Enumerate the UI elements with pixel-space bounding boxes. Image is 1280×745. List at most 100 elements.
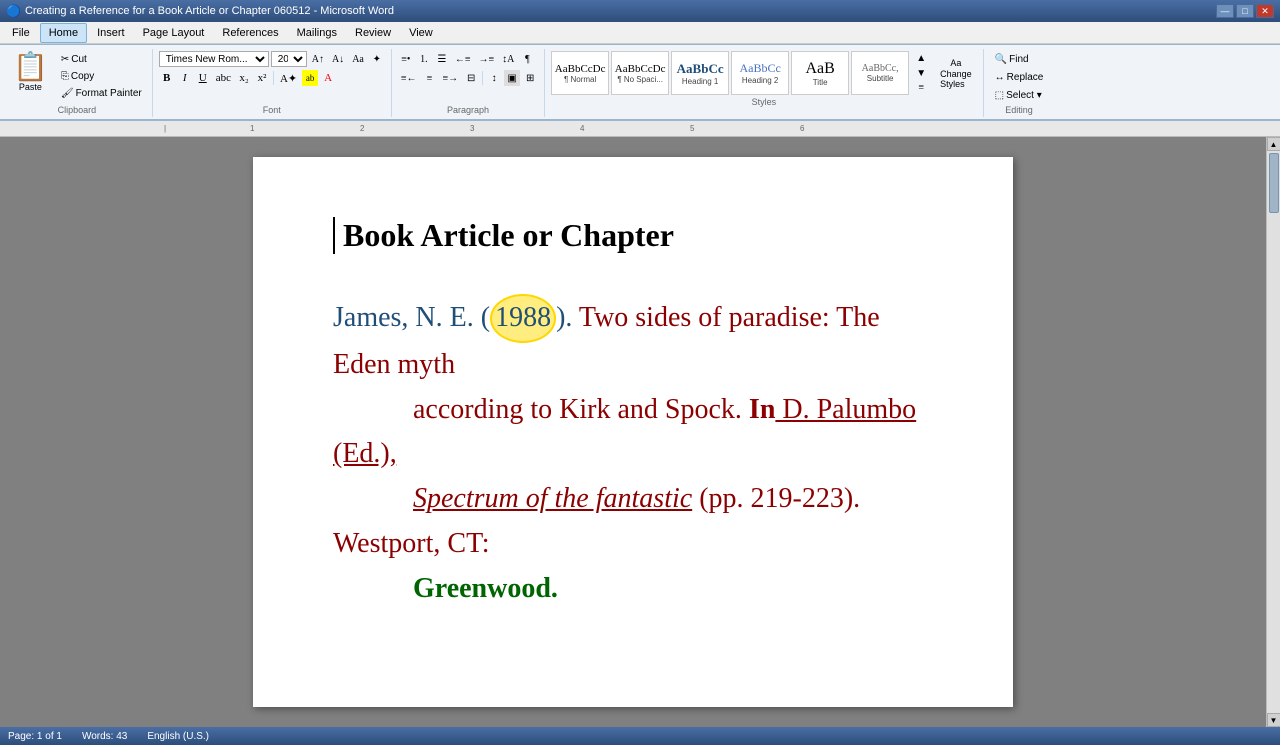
align-left-button[interactable]: ≡← [398, 70, 420, 86]
style-normal[interactable]: AaBbCcDc ¶ Normal [551, 51, 609, 95]
underline-button[interactable]: U [195, 70, 211, 86]
subscript-button[interactable]: x₂ [236, 70, 252, 86]
menu-page-layout[interactable]: Page Layout [135, 23, 213, 43]
justify-button[interactable]: ⊟ [463, 70, 479, 86]
text-highlight-button[interactable]: ab [302, 70, 318, 86]
window-controls[interactable]: — □ ✕ [1216, 4, 1274, 18]
title-bar: 🔵 Creating a Reference for a Book Articl… [0, 0, 1280, 22]
line-spacing-button[interactable]: ↕ [486, 70, 502, 86]
show-formatting-button[interactable]: ¶ [519, 51, 535, 67]
styles-more[interactable]: ≡ [913, 80, 929, 95]
maximize-button[interactable]: □ [1236, 4, 1254, 18]
cut-icon: ✂ [61, 54, 69, 65]
styles-controls: AaBbCcDc ¶ Normal AaBbCcDc ¶ No Spaci...… [551, 51, 977, 95]
style-subtitle[interactable]: AaBbCc, Subtitle [851, 51, 909, 95]
para-row1: ≡• 1. ☰ ←≡ →≡ ↕A ¶ [398, 51, 536, 67]
format-painter-icon: 🖌 [61, 88, 74, 99]
align-center-button[interactable]: ≡ [422, 70, 438, 86]
ruler: | 1 2 3 4 5 6 [0, 121, 1280, 137]
style-heading1-name: Heading 1 [682, 77, 718, 86]
editing-label: Editing [990, 105, 1049, 115]
clipboard-right: ✂ Cut ⎘ Copy 🖌 Format Painter [57, 51, 146, 101]
style-title-preview: AaB [805, 60, 834, 78]
replace-button[interactable]: ↔ Replace [990, 69, 1049, 85]
sort-button[interactable]: ↕A [499, 51, 517, 67]
font-controls: Times New Rom... 20 A↑ A↓ Aa ✦ B I U abc… [159, 51, 385, 103]
font-label: Font [159, 105, 385, 115]
format-painter-button[interactable]: 🖌 Format Painter [57, 85, 146, 101]
copy-icon: ⎘ [61, 71, 69, 82]
minimize-button[interactable]: — [1216, 4, 1234, 18]
cut-button[interactable]: ✂ Cut [57, 51, 146, 67]
scroll-thumb[interactable] [1269, 153, 1279, 213]
clipboard-group: 📋 Paste ✂ Cut ⎘ Copy 🖌 Format Painter [4, 49, 153, 117]
numbering-button[interactable]: 1. [416, 51, 432, 67]
style-heading2-preview: AaBbCc [739, 61, 780, 76]
close-button[interactable]: ✕ [1256, 4, 1274, 18]
select-icon: ⬚ [995, 90, 1004, 101]
scroll-up-button[interactable]: ▲ [1267, 137, 1280, 151]
app-body: Book Article or Chapter James, N. E. (19… [0, 137, 1280, 727]
change-case-button[interactable]: Aa [349, 51, 367, 67]
style-title[interactable]: AaB Title [791, 51, 849, 95]
style-heading1-preview: AaBbCc [677, 61, 724, 77]
editing-controls: 🔍 Find ↔ Replace ⬚ Select ▾ [990, 51, 1049, 103]
bullets-button[interactable]: ≡• [398, 51, 414, 67]
italic-button[interactable]: I [177, 70, 193, 86]
style-heading1[interactable]: AaBbCc Heading 1 [671, 51, 729, 95]
multilevel-button[interactable]: ☰ [434, 51, 450, 67]
font-group: Times New Rom... 20 A↑ A↓ Aa ✦ B I U abc… [155, 49, 392, 117]
decrease-indent-button[interactable]: ←≡ [452, 51, 474, 67]
font-size-select[interactable]: 20 [271, 51, 307, 67]
find-button[interactable]: 🔍 Find [990, 51, 1034, 67]
paragraph-controls: ≡• 1. ☰ ←≡ →≡ ↕A ¶ ≡← ≡ ≡→ ⊟ ↕ ▣ ⊞ [398, 51, 538, 103]
grow-font-button[interactable]: A↑ [309, 51, 327, 67]
find-icon: 🔍 [995, 54, 1007, 65]
text-effects-button[interactable]: A✦ [277, 70, 300, 86]
select-button[interactable]: ⬚ Select ▾ [990, 87, 1047, 103]
copy-button[interactable]: ⎘ Copy [57, 68, 146, 84]
scroll-down-button[interactable]: ▼ [1267, 713, 1280, 727]
bold-button[interactable]: B [159, 70, 175, 86]
menu-mailings[interactable]: Mailings [289, 23, 345, 43]
increase-indent-button[interactable]: →≡ [476, 51, 498, 67]
page-info: Page: 1 of 1 [8, 731, 62, 742]
ref-paren-open: ( [481, 302, 490, 333]
shrink-font-button[interactable]: A↓ [329, 51, 347, 67]
style-no-spacing[interactable]: AaBbCcDc ¶ No Spaci... [611, 51, 669, 95]
sep2 [482, 71, 483, 85]
sep1 [273, 71, 274, 85]
change-styles-button[interactable]: Aa ChangeStyles [935, 55, 977, 92]
word-page[interactable]: Book Article or Chapter James, N. E. (19… [253, 157, 1013, 707]
ref-publisher2: Greenwood. [413, 573, 558, 604]
clear-formatting-button[interactable]: ✦ [369, 51, 385, 67]
font-color-button[interactable]: A [320, 70, 336, 86]
shading-button[interactable]: ▣ [504, 70, 520, 86]
style-title-name: Title [813, 78, 828, 87]
menu-references[interactable]: References [214, 23, 286, 43]
main-content: Book Article or Chapter James, N. E. (19… [0, 137, 1266, 727]
border-button[interactable]: ⊞ [522, 70, 538, 86]
strikethrough-button[interactable]: abc [213, 70, 234, 86]
para-row2: ≡← ≡ ≡→ ⊟ ↕ ▣ ⊞ [398, 70, 538, 86]
menu-home[interactable]: Home [40, 23, 87, 43]
status-bar: Page: 1 of 1 Words: 43 English (U.S.) [0, 727, 1280, 745]
ref-paren-close: ). [556, 302, 572, 333]
styles-scroll-down[interactable]: ▼ [913, 66, 929, 81]
word-count: Words: 43 [82, 731, 127, 742]
scroll-track[interactable] [1269, 151, 1279, 713]
styles-scroll: ▲ ▼ ≡ [913, 51, 929, 95]
vertical-scrollbar[interactable]: ▲ ▼ [1266, 137, 1280, 727]
style-heading2[interactable]: AaBbCc Heading 2 [731, 51, 789, 95]
menu-file[interactable]: File [4, 23, 38, 43]
superscript-button[interactable]: x² [254, 70, 270, 86]
menu-view[interactable]: View [401, 23, 441, 43]
menu-review[interactable]: Review [347, 23, 399, 43]
font-name-select[interactable]: Times New Rom... [159, 51, 269, 67]
document-area: Book Article or Chapter James, N. E. (19… [0, 137, 1266, 727]
paste-button[interactable]: 📋 Paste [8, 51, 53, 95]
word-icon: 🔵 [6, 4, 21, 18]
styles-scroll-up[interactable]: ▲ [913, 51, 929, 66]
menu-insert[interactable]: Insert [89, 23, 133, 43]
align-right-button[interactable]: ≡→ [440, 70, 462, 86]
